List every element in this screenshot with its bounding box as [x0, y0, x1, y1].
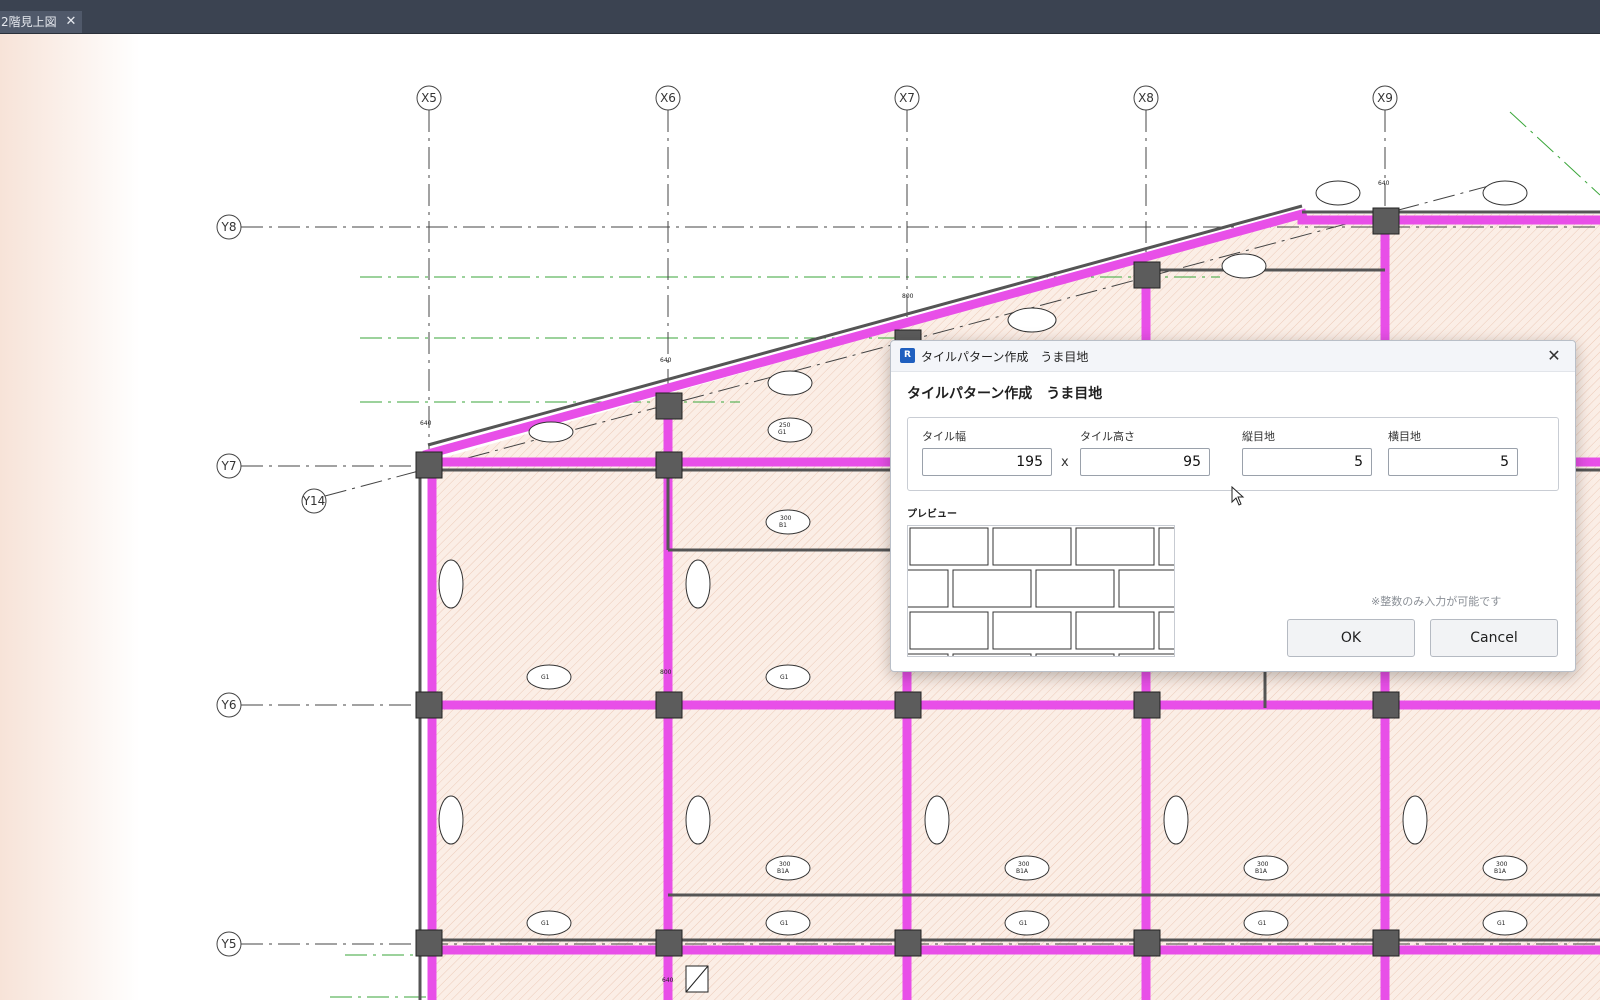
grid-label-y8: Y8: [221, 220, 237, 234]
tile-width-label: タイル幅: [922, 430, 966, 443]
tile-width-input[interactable]: [922, 448, 1052, 476]
tag-text: 300: [780, 515, 792, 522]
integer-only-note: ※整数のみ入力が可能です: [1371, 595, 1502, 608]
grid-label-y14: Y14: [302, 494, 326, 508]
dim-text: 640: [662, 977, 674, 984]
tag-text: 300: [1496, 861, 1508, 868]
tag-text: G1: [1497, 920, 1506, 927]
ok-button[interactable]: OK: [1287, 619, 1415, 657]
grid-label-y5: Y5: [221, 937, 237, 951]
tile-height-input[interactable]: [1080, 448, 1210, 476]
close-icon[interactable]: ✕: [1543, 345, 1565, 367]
grid-label-x6: X6: [660, 91, 676, 105]
tag-text: G1: [541, 674, 550, 681]
tab-view-2f-ceiling-plan[interactable]: 2階見上図 ✕: [0, 11, 82, 33]
preview-label: プレビュー: [907, 509, 957, 520]
tag-text: 300: [1257, 861, 1269, 868]
tag-text: G1: [541, 920, 550, 927]
tile-height-label: タイル高さ: [1080, 430, 1135, 443]
revit-app-icon: R: [900, 348, 915, 363]
tag-text: 300: [779, 861, 791, 868]
tab-close-icon[interactable]: ✕: [64, 11, 78, 33]
grid-label-x5: X5: [421, 91, 437, 105]
dialog-title-bar[interactable]: R タイルパターン作成 うま目地 ✕: [891, 341, 1575, 372]
tag-text: G1: [780, 674, 789, 681]
vertical-joint-label: 縦目地: [1242, 430, 1275, 443]
times-separator: x: [1061, 455, 1069, 470]
mouse-pointer-icon: [1231, 486, 1245, 506]
tag-text: B1A: [1494, 868, 1507, 875]
grid-label-x8: X8: [1138, 91, 1154, 105]
dim-text: 640: [1378, 180, 1390, 187]
vertical-joint-input[interactable]: [1242, 448, 1372, 476]
tag-text: 250: [779, 422, 791, 429]
tile-preview: [907, 525, 1175, 657]
tag-text: B1: [779, 522, 787, 529]
tag-text: B1A: [777, 868, 790, 875]
tag-text: B1A: [1016, 868, 1029, 875]
tab-bar: [0, 10, 1600, 34]
tab-label: 2階見上図: [1, 15, 57, 29]
dim-text: 800: [902, 293, 914, 300]
horizontal-joint-input[interactable]: [1388, 448, 1518, 476]
tag-text: G1: [778, 429, 787, 436]
dim-text: 640: [420, 420, 432, 427]
grid-label-y6: Y6: [221, 698, 237, 712]
grid-label-x7: X7: [899, 91, 915, 105]
tile-preview-pattern: [908, 527, 1174, 656]
tag-text: G1: [1258, 920, 1267, 927]
grid-label-x9: X9: [1377, 91, 1393, 105]
dialog-title: タイルパターン作成 うま目地: [921, 350, 1089, 364]
tile-settings-group: タイル幅 x タイル高さ 縦目地 横目地: [907, 417, 1559, 491]
tag-text: G1: [780, 920, 789, 927]
left-edge-fade: [0, 34, 140, 1000]
tile-pattern-dialog: R タイルパターン作成 うま目地 ✕ タイルパターン作成 うま目地 タイル幅 x…: [890, 340, 1576, 672]
horizontal-joint-label: 横目地: [1388, 430, 1421, 443]
tag-text: 300: [1018, 861, 1030, 868]
cancel-button[interactable]: Cancel: [1430, 619, 1558, 657]
tag-text: G1: [1019, 920, 1028, 927]
dim-text: 640: [660, 357, 672, 364]
tag-text: B1A: [1255, 868, 1268, 875]
dialog-heading: タイルパターン作成 うま目地: [907, 386, 1103, 402]
grid-label-y7: Y7: [221, 459, 237, 473]
dim-text: 800: [660, 669, 672, 676]
top-bar: [0, 0, 1600, 10]
